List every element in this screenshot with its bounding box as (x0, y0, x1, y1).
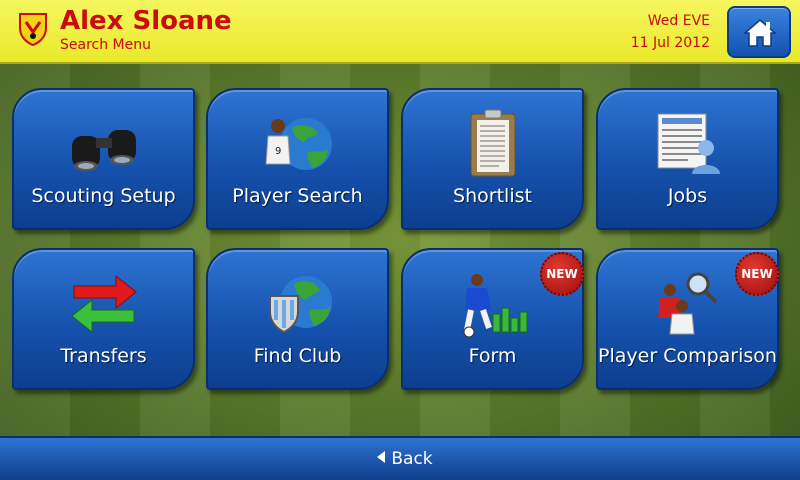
top-bar: Alex Sloane Search Menu Wed EVE 11 Jul 2… (0, 0, 800, 64)
player-form-icon (453, 268, 533, 338)
player-globe-icon: 9 (258, 108, 338, 178)
game-date: 11 Jul 2012 (630, 35, 710, 51)
tile-label: Player Comparison (598, 345, 777, 367)
screen-title: Search Menu (60, 37, 151, 53)
back-button[interactable]: Back (360, 446, 450, 472)
home-button[interactable] (727, 6, 791, 58)
svg-text:9: 9 (275, 146, 281, 157)
job-listing-icon (648, 108, 728, 178)
club-badge-icon (18, 12, 48, 47)
tile-player-search[interactable]: 9 Player Search (206, 88, 389, 230)
club-globe-icon (258, 268, 338, 338)
tile-form[interactable]: NEW Form (401, 248, 584, 390)
back-label: Back (391, 449, 433, 469)
tile-label: Find Club (253, 345, 342, 367)
tile-shortlist[interactable]: Shortlist (401, 88, 584, 230)
tile-jobs[interactable]: Jobs (596, 88, 779, 230)
manager-name: Alex Sloane (60, 6, 232, 36)
new-badge: NEW (735, 252, 779, 296)
new-badge: NEW (540, 252, 584, 296)
tile-scouting-setup[interactable]: Scouting Setup (12, 88, 195, 230)
tile-find-club[interactable]: Find Club (206, 248, 389, 390)
bottom-bar: Back (0, 436, 800, 480)
back-arrow-icon (377, 451, 386, 463)
tile-label: Scouting Setup (31, 185, 176, 207)
transfer-arrows-icon (64, 268, 144, 338)
tile-label: Form (468, 345, 517, 367)
binoculars-icon (64, 108, 144, 178)
clipboard-icon (453, 108, 533, 178)
tile-player-comparison[interactable]: NEW Player Comparison (596, 248, 779, 390)
tile-label: Transfers (60, 345, 147, 367)
tile-transfers[interactable]: Transfers (12, 248, 195, 390)
player-compare-icon (648, 268, 728, 338)
tile-label: Player Search (232, 185, 363, 207)
tile-label: Jobs (667, 185, 708, 207)
home-icon (743, 19, 777, 47)
game-day: Wed EVE (647, 13, 710, 29)
tile-label: Shortlist (453, 185, 532, 207)
